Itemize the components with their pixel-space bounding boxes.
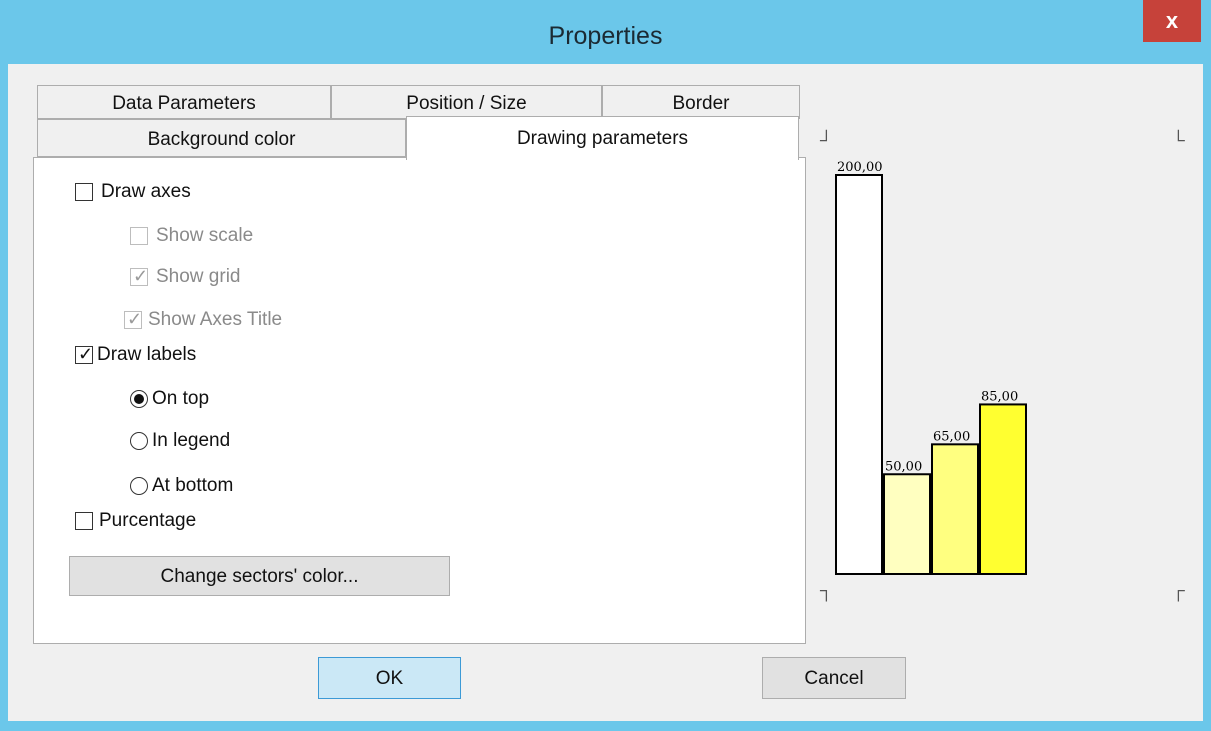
radio-button[interactable]: [130, 390, 148, 408]
purcentage-label: Purcentage: [99, 510, 197, 531]
chart-bar: [979, 403, 1027, 575]
checkmark-icon: ✓: [133, 266, 149, 286]
at-bottom-radio[interactable]: At bottom: [130, 475, 233, 497]
radio-button[interactable]: [130, 477, 148, 495]
draw-axes-label: Draw axes: [101, 181, 191, 202]
chart-bar: [931, 443, 979, 576]
title-bar[interactable]: Properties x: [0, 0, 1211, 64]
chart-data-label: 50,00: [885, 459, 922, 474]
radio-dot-icon: [134, 394, 144, 404]
checkmark-icon: ✓: [78, 344, 94, 364]
cancel-button[interactable]: Cancel: [762, 657, 906, 699]
checkbox-box[interactable]: ✓: [75, 344, 94, 364]
show-axes-title-checkbox[interactable]: ✓ Show Axes Title: [124, 309, 282, 331]
chart-data-label: 200,00: [837, 160, 883, 175]
at-bottom-label: At bottom: [152, 475, 234, 496]
tab-label: Data Parameters: [112, 93, 256, 114]
show-axes-title-label: Show Axes Title: [148, 309, 283, 330]
properties-dialog: Properties x Data Parameters Position / …: [0, 0, 1211, 731]
tab-data-parameters[interactable]: Data Parameters: [37, 85, 331, 119]
chart-bar: [835, 174, 883, 575]
draw-labels-checkbox[interactable]: ✓ Draw labels: [75, 344, 196, 366]
chart-data-label: 65,00: [933, 429, 970, 444]
tab-background-color[interactable]: Background color: [37, 119, 406, 157]
on-top-radio[interactable]: On top: [130, 388, 209, 410]
tab-label: Background color: [147, 129, 296, 150]
in-legend-label: In legend: [152, 430, 231, 451]
tab-label: Drawing parameters: [516, 128, 689, 149]
change-sectors-color-button[interactable]: Change sectors' color...: [69, 556, 450, 596]
checkmark-icon: ✓: [127, 309, 143, 329]
draw-axes-checkbox[interactable]: Draw axes: [75, 181, 191, 203]
tab-border[interactable]: Border: [602, 85, 800, 119]
checkbox-box[interactable]: [130, 227, 148, 245]
show-grid-checkbox[interactable]: ✓ Show grid: [130, 266, 241, 288]
on-top-label: On top: [152, 388, 210, 409]
window-title: Properties: [548, 22, 663, 50]
checkbox-box[interactable]: [75, 183, 93, 201]
show-grid-label: Show grid: [156, 266, 241, 287]
checkbox-box[interactable]: ✓: [124, 309, 143, 329]
close-button[interactable]: x: [1143, 0, 1201, 42]
purcentage-checkbox[interactable]: Purcentage: [75, 510, 196, 532]
tab-position-size[interactable]: Position / Size: [331, 85, 602, 119]
tab-label: Border: [672, 93, 730, 114]
ok-button[interactable]: OK: [318, 657, 461, 699]
tab-drawing-parameters[interactable]: Drawing parameters: [406, 116, 799, 160]
chart-preview: ┘ └ ┐ ┌ 200,00 50,00 65,00 85,00: [810, 120, 1200, 610]
show-scale-label: Show scale: [156, 225, 254, 246]
radio-button[interactable]: [130, 432, 148, 450]
chart-data-label: 85,00: [981, 389, 1018, 404]
checkbox-box[interactable]: ✓: [130, 266, 149, 286]
bar-chart: 200,00 50,00 65,00 85,00: [835, 160, 1027, 576]
checkbox-box[interactable]: [75, 512, 93, 530]
chart-bar: [883, 473, 931, 575]
show-scale-checkbox[interactable]: Show scale: [130, 225, 253, 247]
tab-label: Position / Size: [406, 93, 527, 114]
in-legend-radio[interactable]: In legend: [130, 430, 230, 452]
draw-labels-label: Draw labels: [97, 344, 197, 365]
